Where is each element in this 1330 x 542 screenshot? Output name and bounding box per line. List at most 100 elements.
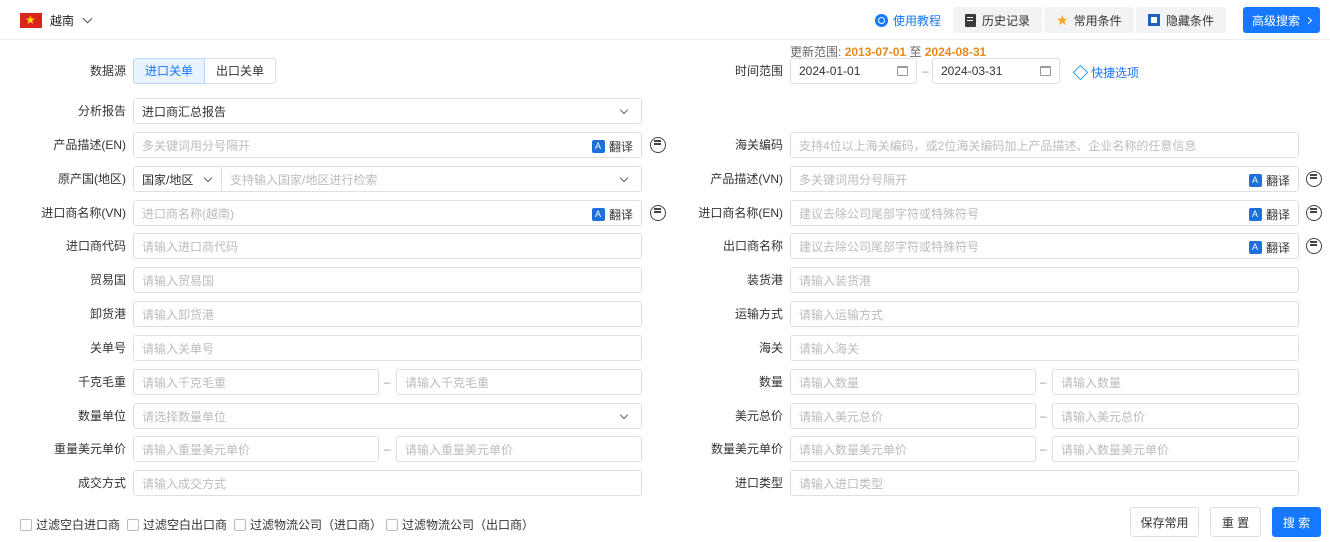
search-icon[interactable] [1306,238,1322,254]
report-select[interactable]: 进口商汇总报告 [133,98,642,124]
country-selector[interactable]: 越南 [20,11,93,29]
hide-conditions-label: 隐藏条件 [1166,13,1215,28]
tutorial-link[interactable]: 使用教程 [875,7,941,33]
data-source-label: 数据源 [89,64,126,78]
origin-type-select[interactable]: 国家/地区 [133,166,221,192]
quantity-unit-label: 数量单位 [77,409,126,423]
gross-weight-min-input[interactable]: 请输入千克毛重 [133,369,379,395]
product-desc-en-input[interactable]: 多关键词用分号隔开 翻译 [133,132,642,158]
filter-blank-importer-checkbox[interactable]: 过滤空白进口商 [20,516,120,533]
product-desc-vn-input[interactable]: 多关键词用分号隔开 翻译 [790,166,1299,192]
weight-usd-price-min-input[interactable]: 请输入重量美元单价 [133,436,379,462]
common-conditions-label: 常用条件 [1073,13,1122,28]
deal-method-input[interactable]: 请输入成交方式 [133,470,642,496]
qty-usd-price-max-input[interactable]: 请输入数量美元单价 [1052,436,1299,462]
usd-total-max-input[interactable]: 请输入美元总价 [1052,403,1299,429]
data-source-import[interactable]: 进口关单 [133,58,206,84]
quick-options-link[interactable]: 快捷选项 [1072,64,1139,81]
hide-conditions-button[interactable]: 隐藏条件 [1136,7,1227,33]
chevron-down-icon [203,173,213,183]
exporter-label: 出口商名称 [722,239,783,253]
qty-usd-price-label: 数量美元单价 [710,442,783,456]
qty-usd-price-min-input[interactable]: 请输入数量美元单价 [790,436,1036,462]
weight-usd-price-label: 重量美元单价 [53,442,126,456]
chevron-down-icon [619,173,629,183]
trade-country-input[interactable]: 请输入贸易国 [133,267,642,293]
tutorial-label: 使用教程 [893,13,942,28]
end-date-input[interactable]: 2024-03-31 [932,58,1060,84]
importer-vn-label: 进口商名称(VN) [41,206,126,220]
star-icon: ★ [1056,12,1069,28]
gross-weight-max-input[interactable]: 请输入千克毛重 [396,369,642,395]
loading-port-label: 装货港 [746,273,783,287]
filter-blank-exporter-checkbox[interactable]: 过滤空白出口商 [127,516,227,533]
quantity-unit-select[interactable]: 请选择数量单位 [133,403,642,429]
time-range-label: 时间范围 [734,64,783,78]
quick-options-icon [1072,64,1089,81]
exporter-input[interactable]: 建议去除公司尾部字符或特殊符号 翻译 [790,233,1299,259]
translate-button[interactable]: 翻译 [591,138,633,155]
history-label: 历史记录 [982,13,1031,28]
product-desc-vn-label: 产品描述(VN) [710,172,783,186]
translate-button[interactable]: 翻译 [1248,206,1290,223]
import-type-label: 进口类型 [734,476,783,490]
calendar-icon [897,66,908,76]
transport-input[interactable]: 请输入运输方式 [790,301,1299,327]
range-separator: – [1040,442,1047,456]
chevron-right-icon [1304,16,1313,24]
start-date-input[interactable]: 2024-01-01 [790,58,917,84]
loading-port-input[interactable]: 请输入装货港 [790,267,1299,293]
top-bar: 越南 使用教程 历史记录 ★ 常用条件 隐藏条件 高级搜索 [0,0,1330,40]
usd-total-label: 美元总价 [734,409,783,423]
customs-no-input[interactable]: 请输入关单号 [133,335,642,361]
search-button[interactable]: 搜 索 [1272,507,1321,537]
data-source-export[interactable]: 出口关单 [205,58,277,84]
history-button[interactable]: 历史记录 [953,7,1043,33]
translate-button[interactable]: 翻译 [1248,239,1290,256]
country-name: 越南 [50,13,75,28]
trade-country-label: 贸易国 [89,273,126,287]
usd-total-min-input[interactable]: 请输入美元总价 [790,403,1036,429]
discharge-port-label: 卸货港 [89,307,126,321]
translate-button[interactable]: 翻译 [591,206,633,223]
hs-code-label: 海关编码 [734,138,783,152]
customs-input[interactable]: 请输入海关 [790,335,1299,361]
discharge-port-input[interactable]: 请输入卸货港 [133,301,642,327]
reset-button[interactable]: 重 置 [1210,507,1261,537]
range-separator: – [384,375,391,389]
common-conditions-button[interactable]: ★ 常用条件 [1044,7,1134,33]
product-desc-en-label: 产品描述(EN) [53,138,126,152]
translate-icon [1248,208,1262,221]
translate-icon [1248,241,1262,254]
transport-label: 运输方式 [734,307,783,321]
importer-en-input[interactable]: 建议去除公司尾部字符或特殊符号 翻译 [790,200,1299,226]
import-type-input[interactable]: 请输入进口类型 [790,470,1299,496]
quantity-max-input[interactable]: 请输入数量 [1052,369,1299,395]
hs-code-input[interactable]: 支持4位以上海关编码，或2位海关编码加上产品描述、企业名称的任意信息 [790,132,1299,158]
search-icon[interactable] [1306,205,1322,221]
search-icon[interactable] [1306,171,1322,187]
advanced-search-button[interactable]: 高级搜索 [1243,7,1320,33]
filter-logistics-importer-checkbox[interactable]: 过滤物流公司（进口商） [234,516,382,533]
importer-vn-input[interactable]: 进口商名称(越南) 翻译 [133,200,642,226]
translate-icon [1248,174,1262,187]
filter-logistics-exporter-checkbox[interactable]: 过滤物流公司（出口商） [386,516,534,533]
deal-method-label: 成交方式 [77,476,126,490]
origin-country-label: 原产国(地区) [58,172,126,186]
vietnam-flag-icon [20,11,42,29]
save-common-button[interactable]: 保存常用 [1130,507,1199,537]
advanced-search-label: 高级搜索 [1251,13,1300,28]
update-range-start: 2013-07-01 [844,45,907,59]
origin-country-input[interactable]: 支持输入国家/地区进行检索 [221,166,642,192]
tutorial-icon [875,13,888,27]
importer-code-label: 进口商代码 [65,239,126,253]
data-source-toggle: 进口关单 出口关单 [133,58,277,84]
translate-button[interactable]: 翻译 [1248,172,1290,189]
translate-icon [591,208,605,221]
quantity-label: 数量 [758,375,783,389]
range-separator: – [384,442,391,456]
chevron-down-icon [619,105,629,115]
weight-usd-price-max-input[interactable]: 请输入重量美元单价 [396,436,642,462]
quantity-min-input[interactable]: 请输入数量 [790,369,1036,395]
importer-code-input[interactable]: 请输入进口商代码 [133,233,642,259]
